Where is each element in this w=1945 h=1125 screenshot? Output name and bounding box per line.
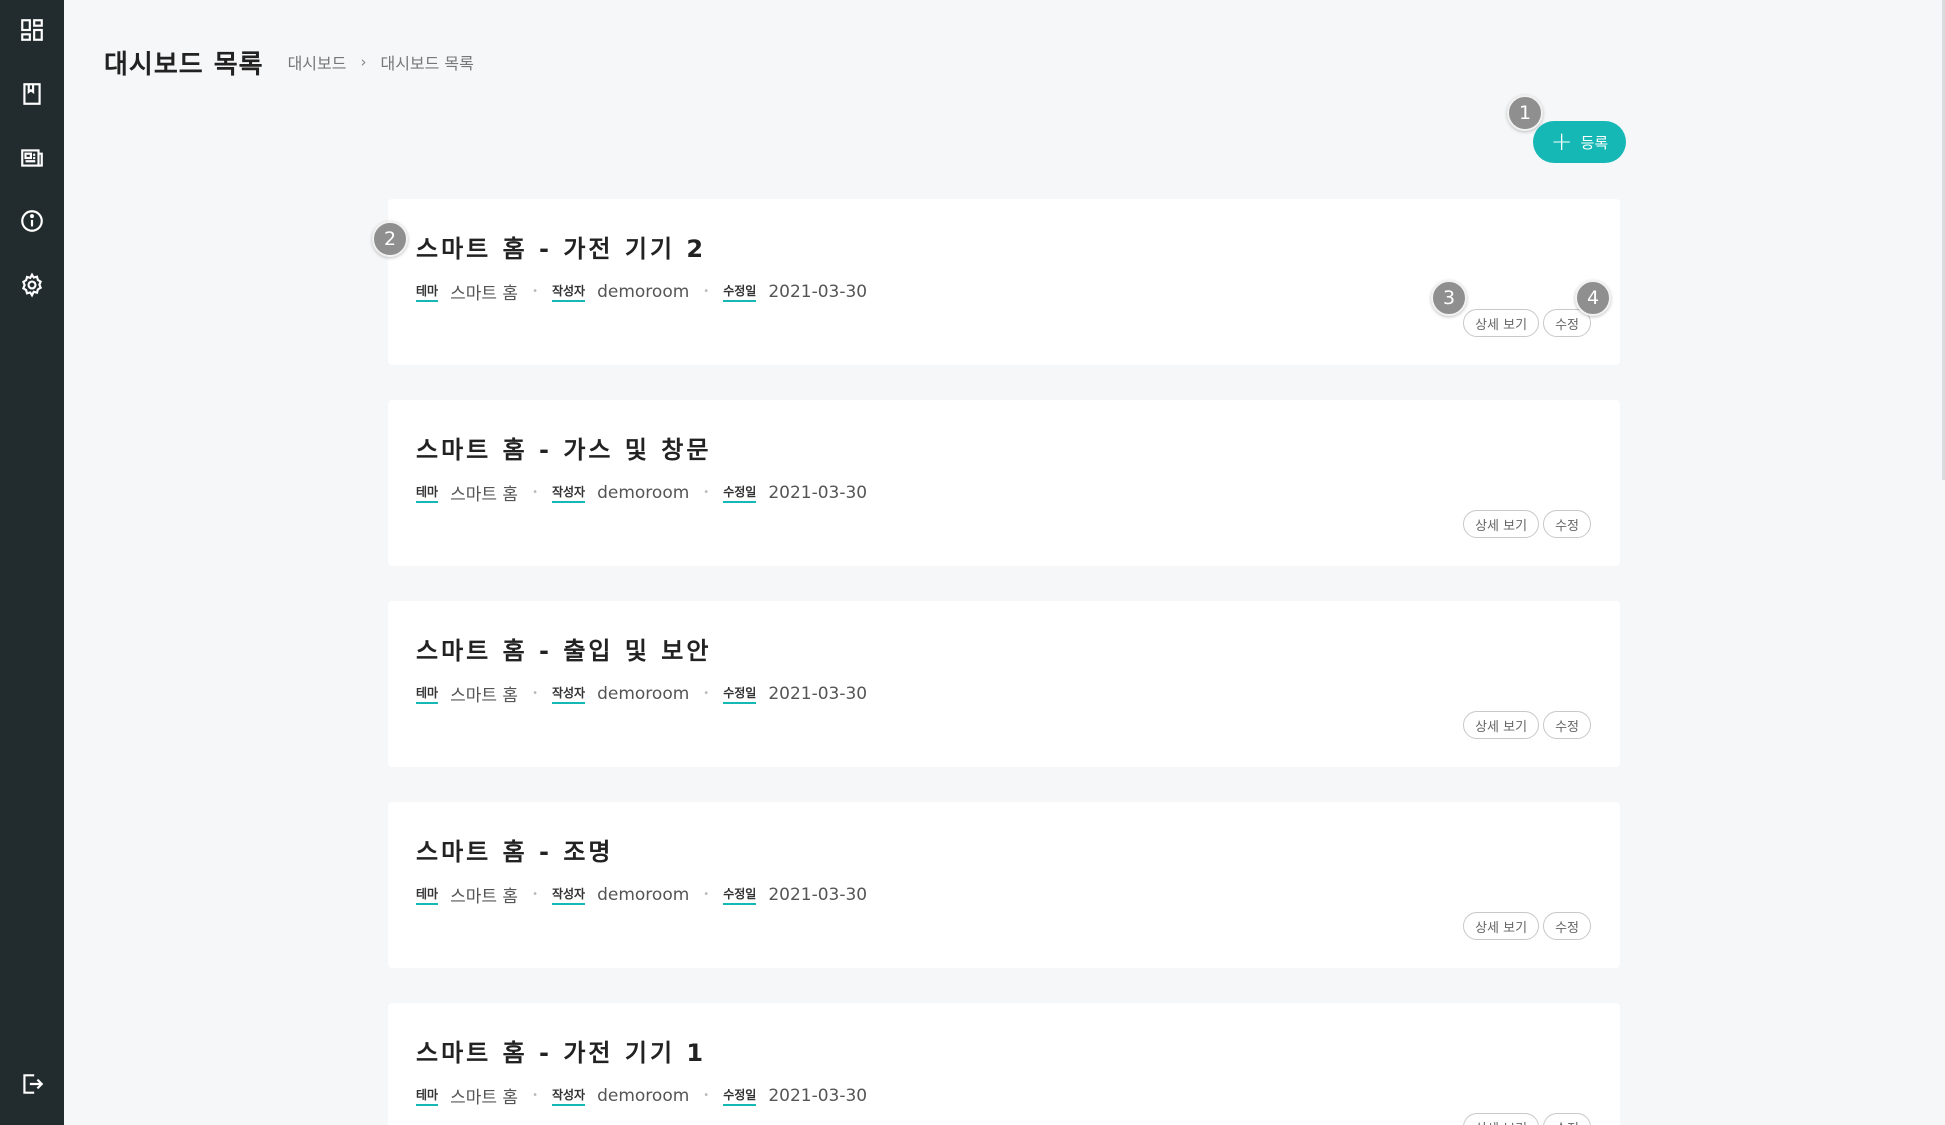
dot-separator: • (703, 889, 710, 900)
card-meta: 테마 스마트 홈 • 작성자 demoroom • 수정일 2021-03-30 (416, 480, 867, 505)
meta-label-modified: 수정일 (723, 282, 757, 302)
dashboard-card[interactable]: 스마트 홈 - 가전 기기 1 테마 스마트 홈 • 작성자 demoroom … (388, 1003, 1620, 1125)
breadcrumb-item-dashboard[interactable]: 대시보드 (288, 50, 347, 74)
meta-value-theme: 스마트 홈 (450, 485, 519, 505)
meta-value-theme: 스마트 홈 (450, 1088, 519, 1108)
card-title[interactable]: 스마트 홈 - 출입 및 보안 (416, 631, 711, 666)
meta-label-modified: 수정일 (723, 885, 757, 905)
meta-value-author: demoroom (597, 1085, 690, 1106)
step-badge: 1 (1507, 95, 1543, 131)
dot-separator: • (532, 688, 538, 699)
meta-label-modified: 수정일 (723, 684, 757, 704)
edit-button[interactable]: 수정 (1543, 912, 1591, 940)
step-badge: 4 (1575, 280, 1611, 316)
meta-label-theme: 테마 (416, 1086, 439, 1106)
page-header: 대시보드 목록 대시보드 › 대시보드 목록 (104, 40, 474, 84)
newspaper-icon[interactable] (18, 144, 46, 172)
meta-label-author: 작성자 (551, 1086, 586, 1106)
detail-button[interactable]: 상세 보기 (1463, 912, 1540, 940)
logout-icon[interactable] (18, 1070, 46, 1098)
meta-value-author: demoroom (597, 482, 690, 503)
card-meta: 테마 스마트 홈 • 작성자 demoroom • 수정일 2021-03-30 (416, 681, 867, 706)
card-actions: 상세 보기 수정 (1463, 309, 1591, 337)
plus-icon: + (1550, 127, 1573, 157)
meta-value-modified: 2021-03-30 (768, 683, 868, 704)
meta-label-modified: 수정일 (723, 483, 757, 503)
gear-icon[interactable] (18, 271, 46, 299)
meta-value-theme: 스마트 홈 (450, 887, 519, 907)
card-title[interactable]: 스마트 홈 - 가전 기기 1 (416, 1033, 706, 1068)
add-button[interactable]: + 등록 (1533, 121, 1626, 163)
meta-label-author: 작성자 (551, 483, 586, 503)
dashboard-card[interactable]: 스마트 홈 - 가스 및 창문 테마 스마트 홈 • 작성자 demoroom … (388, 400, 1620, 566)
meta-label-theme: 테마 (416, 885, 439, 905)
dashboard-grid-icon[interactable] (18, 16, 46, 44)
dot-separator: • (703, 688, 710, 699)
chevron-right-icon: › (360, 53, 367, 71)
dot-separator: • (703, 487, 710, 498)
detail-button[interactable]: 상세 보기 (1463, 510, 1540, 538)
dot-separator: • (703, 286, 710, 297)
dot-separator: • (532, 487, 538, 498)
card-title[interactable]: 스마트 홈 - 가전 기기 2 (416, 229, 706, 264)
meta-label-author: 작성자 (551, 282, 586, 302)
card-meta: 테마 스마트 홈 • 작성자 demoroom • 수정일 2021-03-30 (416, 1083, 867, 1108)
dashboard-card[interactable]: 스마트 홈 - 가전 기기 2 테마 스마트 홈 • 작성자 demoroom … (388, 199, 1620, 365)
detail-button[interactable]: 상세 보기 (1463, 309, 1540, 337)
dot-separator: • (703, 1090, 710, 1101)
edit-button[interactable]: 수정 (1543, 510, 1591, 538)
card-actions: 상세 보기 수정 (1463, 510, 1591, 538)
page-title: 대시보드 목록 (104, 49, 264, 80)
book-icon[interactable] (18, 80, 46, 108)
step-badge: 3 (1431, 280, 1467, 316)
meta-label-theme: 테마 (416, 684, 439, 704)
step-badge: 2 (372, 221, 408, 257)
add-button-label: 등록 (1580, 133, 1609, 152)
meta-label-author: 작성자 (551, 684, 586, 704)
breadcrumb-item-dashboard-list: 대시보드 목록 (380, 54, 474, 73)
edit-button[interactable]: 수정 (1543, 1113, 1591, 1125)
dot-separator: • (532, 1090, 538, 1101)
dashboard-card[interactable]: 스마트 홈 - 출입 및 보안 테마 스마트 홈 • 작성자 demoroom … (388, 601, 1620, 767)
detail-button[interactable]: 상세 보기 (1463, 1113, 1540, 1125)
meta-value-modified: 2021-03-30 (768, 281, 868, 302)
edit-button[interactable]: 수정 (1543, 711, 1591, 739)
meta-value-author: demoroom (597, 281, 690, 302)
meta-value-modified: 2021-03-30 (768, 482, 868, 503)
detail-button[interactable]: 상세 보기 (1463, 711, 1540, 739)
card-actions: 상세 보기 수정 (1463, 912, 1591, 940)
card-meta: 테마 스마트 홈 • 작성자 demoroom • 수정일 2021-03-30 (416, 882, 867, 907)
card-meta: 테마 스마트 홈 • 작성자 demoroom • 수정일 2021-03-30 (416, 279, 867, 304)
info-icon[interactable] (18, 207, 46, 235)
meta-value-theme: 스마트 홈 (450, 284, 519, 304)
card-actions: 상세 보기 수정 (1463, 711, 1591, 739)
breadcrumb: 대시보드 › 대시보드 목록 (288, 50, 474, 74)
sidebar (0, 0, 64, 1125)
card-actions: 상세 보기 수정 (1463, 1113, 1591, 1125)
meta-label-modified: 수정일 (723, 1086, 757, 1106)
meta-value-modified: 2021-03-30 (768, 884, 868, 905)
card-title[interactable]: 스마트 홈 - 조명 (416, 832, 614, 867)
dashboard-card[interactable]: 스마트 홈 - 조명 테마 스마트 홈 • 작성자 demoroom • 수정일… (388, 802, 1620, 968)
dot-separator: • (532, 889, 538, 900)
meta-value-theme: 스마트 홈 (450, 686, 519, 706)
meta-label-theme: 테마 (416, 483, 439, 503)
meta-value-modified: 2021-03-30 (768, 1085, 868, 1106)
meta-label-theme: 테마 (416, 282, 439, 302)
meta-label-author: 작성자 (551, 885, 586, 905)
meta-value-author: demoroom (597, 884, 690, 905)
card-title[interactable]: 스마트 홈 - 가스 및 창문 (416, 430, 711, 465)
dot-separator: • (532, 286, 538, 297)
meta-value-author: demoroom (597, 683, 690, 704)
